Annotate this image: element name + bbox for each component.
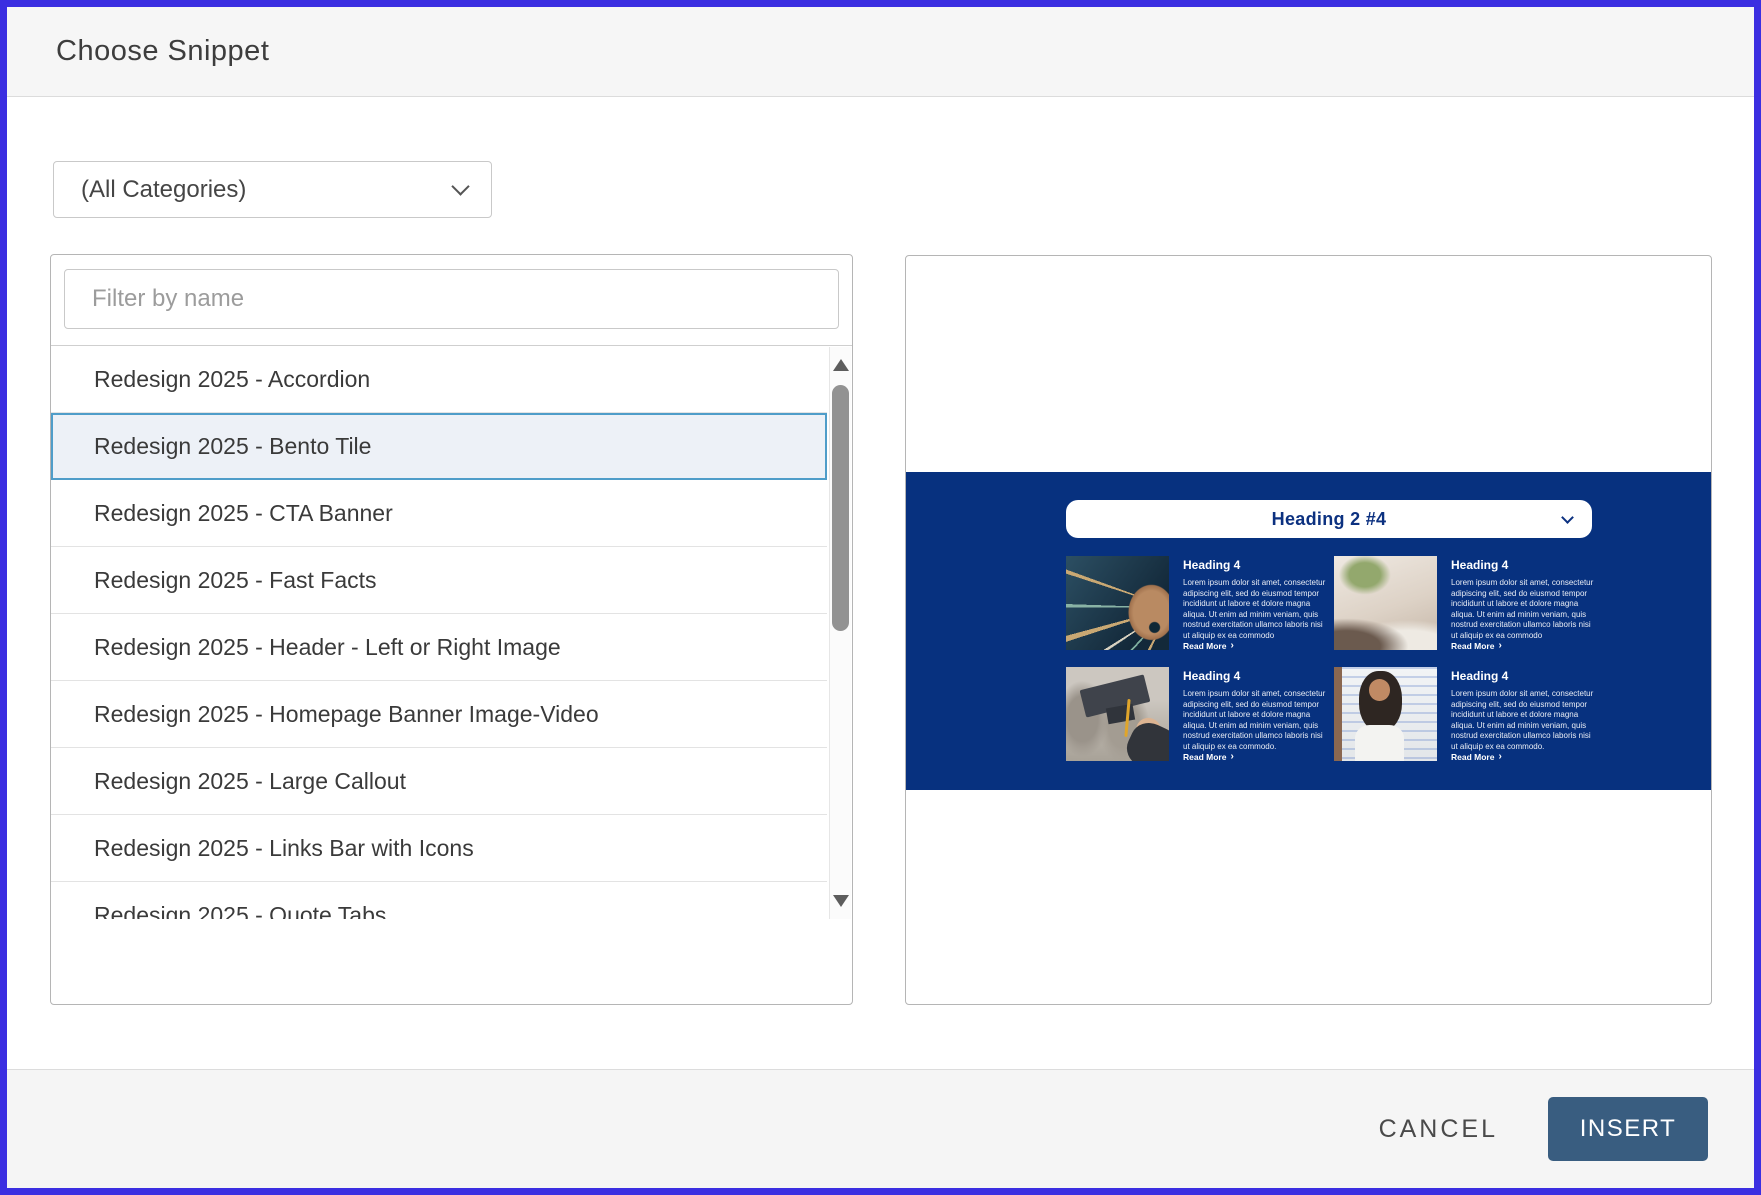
tile-text: Heading 4 Lorem ipsum dolor sit amet, co… bbox=[1183, 667, 1331, 762]
banner-heading-pill: Heading 2 #4 bbox=[1066, 500, 1592, 538]
art-palette-photo bbox=[1066, 556, 1169, 650]
shirt-shape bbox=[1355, 725, 1404, 761]
snippet-item-selected[interactable]: Redesign 2025 - Bento Tile bbox=[51, 413, 827, 480]
chevron-down-icon bbox=[1561, 511, 1574, 524]
graduation-cap-photo bbox=[1066, 667, 1169, 761]
page-title: Choose Snippet bbox=[56, 35, 269, 68]
choose-snippet-dialog: Choose Snippet (All Categories) Redesign… bbox=[0, 0, 1761, 1195]
snippet-item[interactable]: Redesign 2025 - CTA Banner bbox=[51, 480, 827, 547]
snippet-item-label: Redesign 2025 - Accordion bbox=[94, 366, 370, 393]
dialog-header: Choose Snippet bbox=[7, 7, 1754, 97]
snippet-item[interactable]: Redesign 2025 - Accordion bbox=[51, 346, 827, 413]
preview-tile: Heading 4 Lorem ipsum dolor sit amet, co… bbox=[1334, 667, 1599, 762]
snippet-item-label: Redesign 2025 - Quote Tabs bbox=[94, 902, 386, 920]
dialog-footer: CANCEL INSERT bbox=[7, 1069, 1754, 1188]
read-more-link: Read More › bbox=[1451, 641, 1599, 651]
snippet-item[interactable]: Redesign 2025 - Homepage Banner Image-Vi… bbox=[51, 681, 827, 748]
preview-tile: Heading 4 Lorem ipsum dolor sit amet, co… bbox=[1066, 556, 1331, 651]
chevron-down-icon bbox=[451, 177, 469, 195]
banner-heading: Heading 2 #4 bbox=[1272, 509, 1387, 530]
read-more-link: Read More › bbox=[1183, 641, 1331, 651]
read-more-link: Read More › bbox=[1451, 752, 1599, 762]
tile-body: Lorem ipsum dolor sit amet, consectetur … bbox=[1451, 689, 1599, 752]
snippet-item[interactable]: Redesign 2025 - Links Bar with Icons bbox=[51, 815, 827, 882]
snippet-item[interactable]: Redesign 2025 - Quote Tabs bbox=[51, 882, 827, 919]
tile-text: Heading 4 Lorem ipsum dolor sit amet, co… bbox=[1451, 556, 1599, 651]
scrollbar-thumb[interactable] bbox=[832, 385, 849, 631]
tile-body: Lorem ipsum dolor sit amet, consectetur … bbox=[1183, 578, 1331, 641]
filter-input[interactable] bbox=[64, 269, 839, 329]
snippet-item-label: Redesign 2025 - Header - Left or Right I… bbox=[94, 634, 561, 661]
read-more-label: Read More bbox=[1183, 641, 1226, 651]
read-more-label: Read More bbox=[1183, 752, 1226, 762]
cap-base-shape bbox=[1106, 704, 1135, 724]
teacher-whiteboard-photo bbox=[1334, 667, 1437, 761]
preview-tile: Heading 4 Lorem ipsum dolor sit amet, co… bbox=[1066, 667, 1331, 762]
triangle-up-icon[interactable] bbox=[833, 359, 849, 371]
snippet-preview-panel: Heading 2 #4 Heading 4 Lorem ipsum dolor… bbox=[905, 255, 1712, 1005]
chevron-right-icon: › bbox=[1498, 642, 1501, 650]
snippet-list-panel: Redesign 2025 - Accordion Redesign 2025 … bbox=[50, 254, 853, 1005]
tile-text: Heading 4 Lorem ipsum dolor sit amet, co… bbox=[1451, 667, 1599, 762]
triangle-down-icon[interactable] bbox=[833, 895, 849, 907]
cancel-button[interactable]: CANCEL bbox=[1373, 1114, 1504, 1145]
tile-heading: Heading 4 bbox=[1183, 558, 1331, 572]
preview-tile: Heading 4 Lorem ipsum dolor sit amet, co… bbox=[1334, 556, 1599, 651]
category-select-value: (All Categories) bbox=[81, 176, 454, 204]
snippet-item-label: Redesign 2025 - CTA Banner bbox=[94, 500, 393, 527]
snippet-item[interactable]: Redesign 2025 - Large Callout bbox=[51, 748, 827, 815]
tile-body: Lorem ipsum dolor sit amet, consectetur … bbox=[1183, 689, 1331, 752]
tile-heading: Heading 4 bbox=[1183, 669, 1331, 683]
tile-body: Lorem ipsum dolor sit amet, consectetur … bbox=[1451, 578, 1599, 641]
tile-heading: Heading 4 bbox=[1451, 669, 1599, 683]
face-shape bbox=[1369, 679, 1390, 701]
preview-banner: Heading 2 #4 Heading 4 Lorem ipsum dolor… bbox=[906, 472, 1711, 790]
read-more-label: Read More bbox=[1451, 641, 1494, 651]
snippet-item-label: Redesign 2025 - Links Bar with Icons bbox=[94, 835, 474, 862]
hands-writing-photo bbox=[1334, 556, 1437, 650]
snippet-item-label: Redesign 2025 - Bento Tile bbox=[94, 433, 371, 460]
category-select[interactable]: (All Categories) bbox=[53, 161, 492, 218]
snippet-item-label: Redesign 2025 - Fast Facts bbox=[94, 567, 377, 594]
chevron-right-icon: › bbox=[1498, 753, 1501, 761]
chevron-right-icon: › bbox=[1230, 642, 1233, 650]
insert-button[interactable]: INSERT bbox=[1548, 1097, 1708, 1161]
scrollbar-track[interactable] bbox=[829, 347, 851, 919]
dialog-inner: Choose Snippet (All Categories) Redesign… bbox=[7, 7, 1754, 1188]
chevron-right-icon: › bbox=[1230, 753, 1233, 761]
read-more-link: Read More › bbox=[1183, 752, 1331, 762]
snippet-item[interactable]: Redesign 2025 - Header - Left or Right I… bbox=[51, 614, 827, 681]
tile-text: Heading 4 Lorem ipsum dolor sit amet, co… bbox=[1183, 556, 1331, 651]
snippet-item-label: Redesign 2025 - Large Callout bbox=[94, 768, 406, 795]
snippet-item[interactable]: Redesign 2025 - Fast Facts bbox=[51, 547, 827, 614]
snippet-item-label: Redesign 2025 - Homepage Banner Image-Vi… bbox=[94, 701, 599, 728]
read-more-label: Read More bbox=[1451, 752, 1494, 762]
tile-heading: Heading 4 bbox=[1451, 558, 1599, 572]
snippet-list: Redesign 2025 - Accordion Redesign 2025 … bbox=[51, 345, 852, 919]
